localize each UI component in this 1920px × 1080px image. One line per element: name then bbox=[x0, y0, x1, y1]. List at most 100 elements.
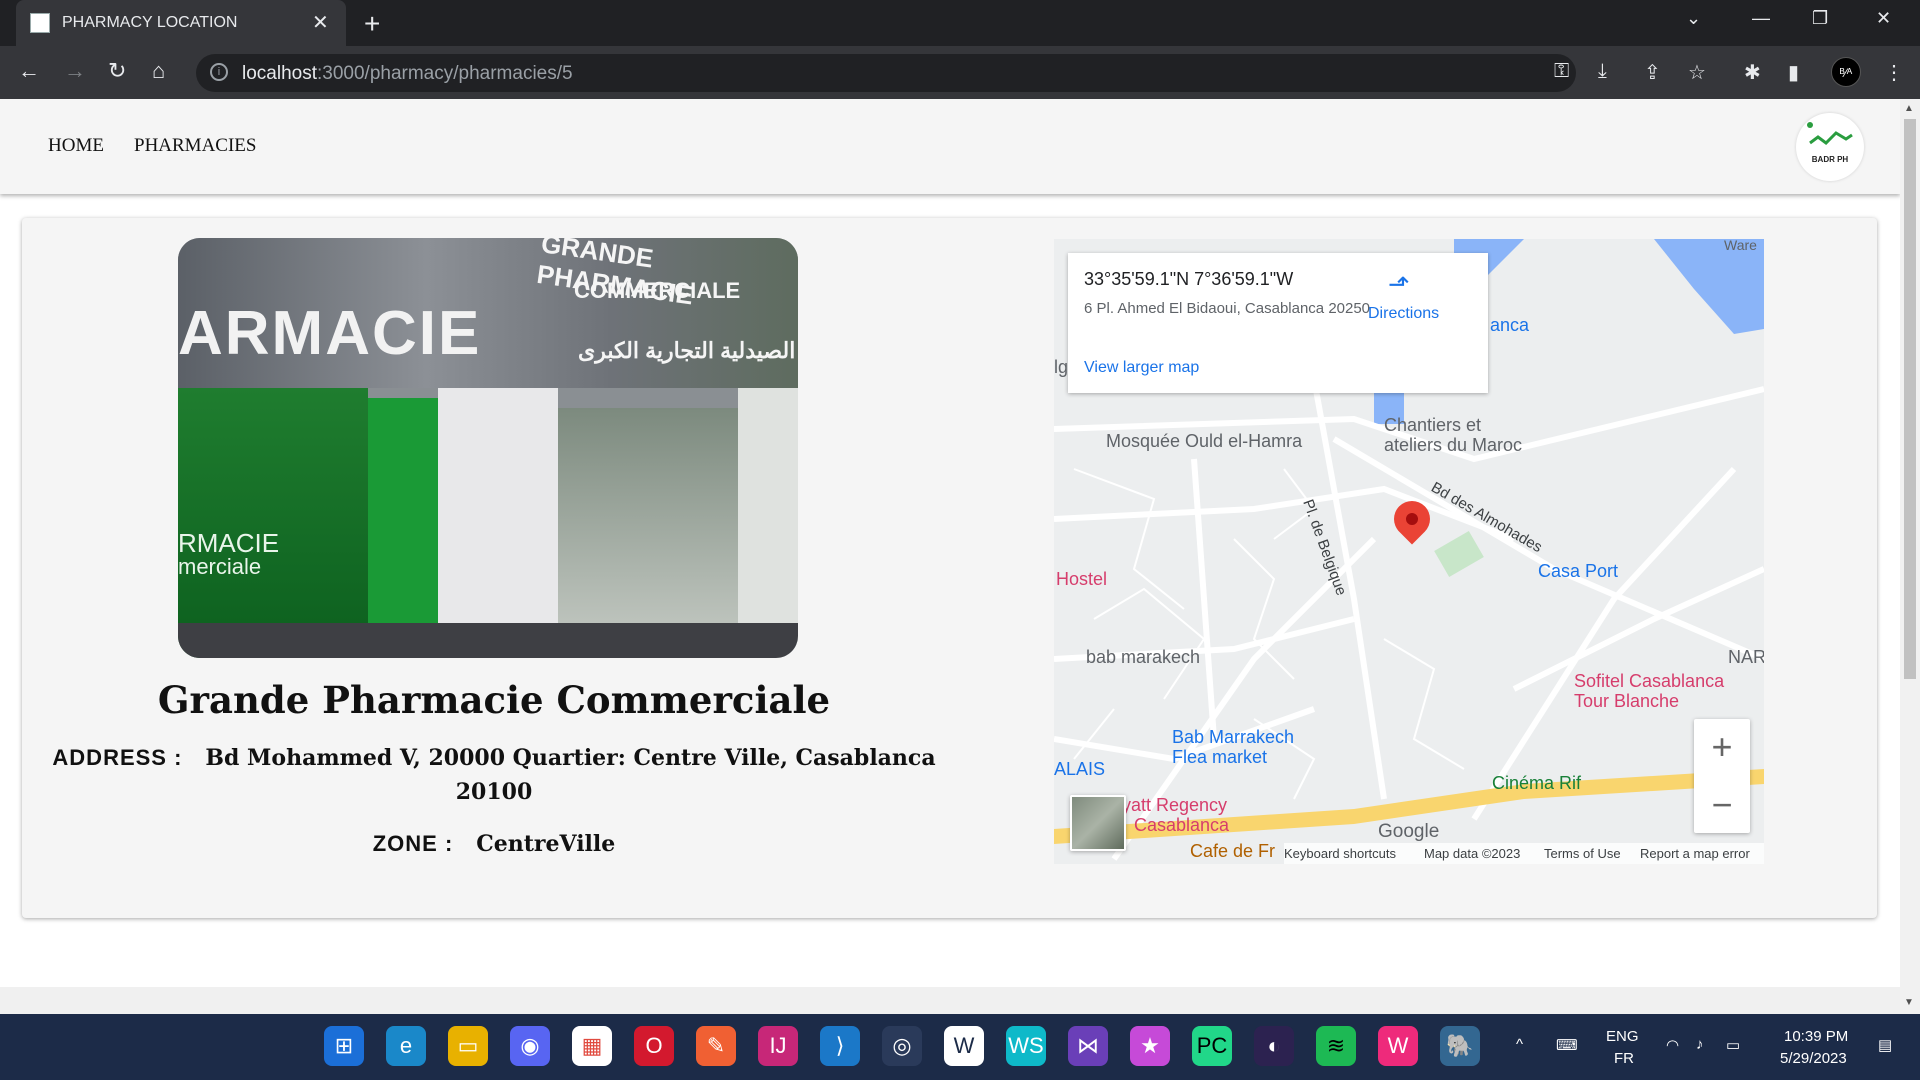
report-error-link[interactable]: Report a map error bbox=[1640, 846, 1750, 861]
site-logo[interactable]: BADR PH bbox=[1796, 113, 1864, 181]
vscode-icon[interactable]: ⟩ bbox=[820, 1026, 860, 1066]
map-label-bab-marakech: bab marakech bbox=[1086, 647, 1201, 667]
logo-text: BADR PH bbox=[1811, 155, 1849, 164]
intellij-icon[interactable]: IJ bbox=[758, 1026, 798, 1066]
map-label-ig: lg bbox=[1054, 357, 1069, 377]
postgres-icon[interactable]: 🐘 bbox=[1440, 1026, 1480, 1066]
browser-tab[interactable]: PHARMACY LOCATION ✕ bbox=[16, 0, 346, 46]
pharmacy-zone: ZONE : CentreVille bbox=[44, 831, 944, 857]
discord-icon[interactable]: ◉ bbox=[510, 1026, 550, 1066]
map-poi-sofitel-2[interactable]: Tour Blanche bbox=[1574, 691, 1679, 712]
close-tab-icon[interactable]: ✕ bbox=[312, 10, 329, 35]
map-label-nar: NAR bbox=[1728, 647, 1764, 667]
language-eng[interactable]: ENG bbox=[1606, 1028, 1639, 1045]
extensions-icon[interactable]: ✱ bbox=[1744, 60, 1761, 85]
logo-graph-icon bbox=[1807, 122, 1853, 145]
zone-value: CentreVille bbox=[476, 831, 616, 857]
pycharm-icon[interactable]: PC bbox=[1192, 1026, 1232, 1066]
key-icon[interactable]: ⚿ bbox=[1554, 60, 1569, 83]
home-icon[interactable]: ⌂ bbox=[152, 58, 165, 84]
reload-icon[interactable]: ↻ bbox=[108, 58, 126, 84]
file-explorer-icon[interactable]: ▭ bbox=[448, 1026, 488, 1066]
chrome-icon[interactable]: ◎ bbox=[882, 1026, 922, 1066]
keyboard-shortcuts-link[interactable]: Keyboard shortcuts bbox=[1284, 846, 1396, 861]
side-panel-icon[interactable]: ▮ bbox=[1788, 60, 1799, 85]
map-poi-bab-marrakech-1[interactable]: Bab Marrakech bbox=[1172, 727, 1294, 748]
map-poi-cinema[interactable]: Cinéma Rif bbox=[1492, 773, 1581, 794]
bookmark-star-icon[interactable]: ☆ bbox=[1688, 60, 1706, 85]
profile-avatar[interactable]: ᴮ⁄ᴬ bbox=[1831, 57, 1861, 87]
scroll-down-icon[interactable]: ▼ bbox=[1904, 997, 1914, 1008]
wamp-icon[interactable]: W bbox=[1378, 1026, 1418, 1066]
map-address: 6 Pl. Ahmed El Bidaoui, Casablanca 20250 bbox=[1084, 300, 1371, 317]
postman-icon[interactable]: ✎ bbox=[696, 1026, 736, 1066]
clock-date[interactable]: 5/29/2023 bbox=[1780, 1050, 1847, 1067]
clock-time[interactable]: 10:39 PM bbox=[1784, 1028, 1848, 1045]
scroll-up-icon[interactable]: ▲ bbox=[1904, 103, 1914, 114]
webstorm-icon[interactable]: WS bbox=[1006, 1026, 1046, 1066]
map-poi-hostel[interactable]: Hostel bbox=[1056, 569, 1107, 590]
photo-sign-big: ARMACIE bbox=[178, 299, 482, 368]
map-poi-bab-marrakech-2[interactable]: Flea market bbox=[1172, 747, 1267, 768]
directions-link[interactable]: Directions bbox=[1368, 305, 1439, 323]
browser-toolbar: ← → ↻ ⌂ i localhost:3000/pharmacy/pharma… bbox=[0, 46, 1920, 99]
zone-label: ZONE : bbox=[372, 831, 454, 856]
map-poi-regency-2[interactable]: Casablanca bbox=[1134, 815, 1229, 836]
photo-sign-arabic: الصيدلية التجارية الكبرى bbox=[578, 338, 796, 363]
volume-icon[interactable]: ♪ bbox=[1696, 1036, 1704, 1053]
pharmacy-photo: ARMACIE GRANDE PHARMACIE COMMERCIALE الص… bbox=[178, 238, 798, 658]
visual-studio-icon[interactable]: ⋈ bbox=[1068, 1026, 1108, 1066]
nav-pharmacies-link[interactable]: PHARMACIES bbox=[134, 135, 256, 157]
zoom-out-button[interactable]: − bbox=[1694, 777, 1750, 833]
start-icon[interactable]: ⊞ bbox=[324, 1026, 364, 1066]
edge-icon[interactable]: e bbox=[386, 1026, 426, 1066]
directions-icon[interactable]: ⬏ bbox=[1388, 269, 1414, 299]
view-larger-map-link[interactable]: View larger map bbox=[1084, 359, 1199, 377]
share-icon[interactable]: ⇪ bbox=[1644, 60, 1661, 85]
star-app-icon[interactable]: ★ bbox=[1130, 1026, 1170, 1066]
language-fr[interactable]: FR bbox=[1614, 1050, 1634, 1067]
page-scrollbar[interactable]: ▲ ▼ bbox=[1900, 99, 1920, 1014]
scroll-thumb[interactable] bbox=[1904, 119, 1916, 679]
zoom-in-button[interactable]: + bbox=[1694, 719, 1750, 775]
window-close-icon[interactable]: ✕ bbox=[1876, 8, 1891, 29]
new-tab-button[interactable]: + bbox=[364, 8, 380, 40]
map-poi-casa-port[interactable]: Casa Port bbox=[1538, 561, 1618, 582]
tray-overflow-icon[interactable]: ^ bbox=[1516, 1036, 1523, 1053]
page-footer-strip bbox=[0, 987, 1900, 1014]
map-poi-alais[interactable]: ALAIS bbox=[1054, 759, 1105, 780]
spotify-icon[interactable]: ≋ bbox=[1316, 1026, 1356, 1066]
nav-home-link[interactable]: HOME bbox=[48, 135, 104, 157]
back-icon[interactable]: ← bbox=[18, 58, 40, 84]
site-info-icon[interactable]: i bbox=[210, 63, 228, 81]
map-data-text: Map data ©2023 bbox=[1424, 846, 1521, 861]
wifi-icon[interactable]: ◠ bbox=[1666, 1036, 1679, 1054]
map-info-card: 33°35'59.1"N 7°36'59.1"W 6 Pl. Ahmed El … bbox=[1068, 253, 1488, 393]
google-map[interactable]: 33°35'59.1"N 7°36'59.1"W 6 Pl. Ahmed El … bbox=[1054, 239, 1764, 864]
eclipse-icon[interactable]: ◐ bbox=[1254, 1026, 1294, 1066]
tab-search-icon[interactable]: ⌄ bbox=[1686, 8, 1701, 29]
store-icon[interactable]: ▦ bbox=[572, 1026, 612, 1066]
photo-window-text-2: merciale bbox=[178, 554, 262, 579]
menu-icon[interactable]: ⋮ bbox=[1884, 60, 1904, 85]
map-poi-cafe[interactable]: Cafe de Fr bbox=[1190, 841, 1275, 862]
url-text: localhost:3000/pharmacy/pharmacies/5 bbox=[242, 63, 573, 85]
address-bar[interactable]: i localhost:3000/pharmacy/pharmacies/5 bbox=[196, 54, 1576, 92]
battery-icon[interactable]: ▭ bbox=[1726, 1036, 1740, 1054]
minimize-icon[interactable]: — bbox=[1752, 8, 1770, 29]
url-host: localhost bbox=[242, 63, 317, 84]
map-label-mosquee: Mosquée Ould el-Hamra bbox=[1106, 431, 1303, 451]
forward-icon[interactable]: → bbox=[64, 58, 86, 84]
opera-icon[interactable]: O bbox=[634, 1026, 674, 1066]
map-label-chantiers-2: ateliers du Maroc bbox=[1384, 435, 1523, 455]
install-icon[interactable]: ⤓ bbox=[1598, 60, 1607, 83]
keyboard-icon[interactable]: ⌨ bbox=[1556, 1036, 1578, 1054]
photo-floor bbox=[178, 623, 798, 658]
notification-icon[interactable]: ▤ bbox=[1878, 1036, 1892, 1054]
terms-link[interactable]: Terms of Use bbox=[1544, 846, 1621, 861]
restore-icon[interactable]: ❐ bbox=[1812, 8, 1828, 29]
map-poi-regency-1[interactable]: yatt Regency bbox=[1122, 795, 1227, 816]
satellite-toggle[interactable] bbox=[1070, 795, 1126, 851]
app-w-icon[interactable]: W bbox=[944, 1026, 984, 1066]
map-poi-sofitel-1[interactable]: Sofitel Casablanca bbox=[1574, 671, 1724, 692]
